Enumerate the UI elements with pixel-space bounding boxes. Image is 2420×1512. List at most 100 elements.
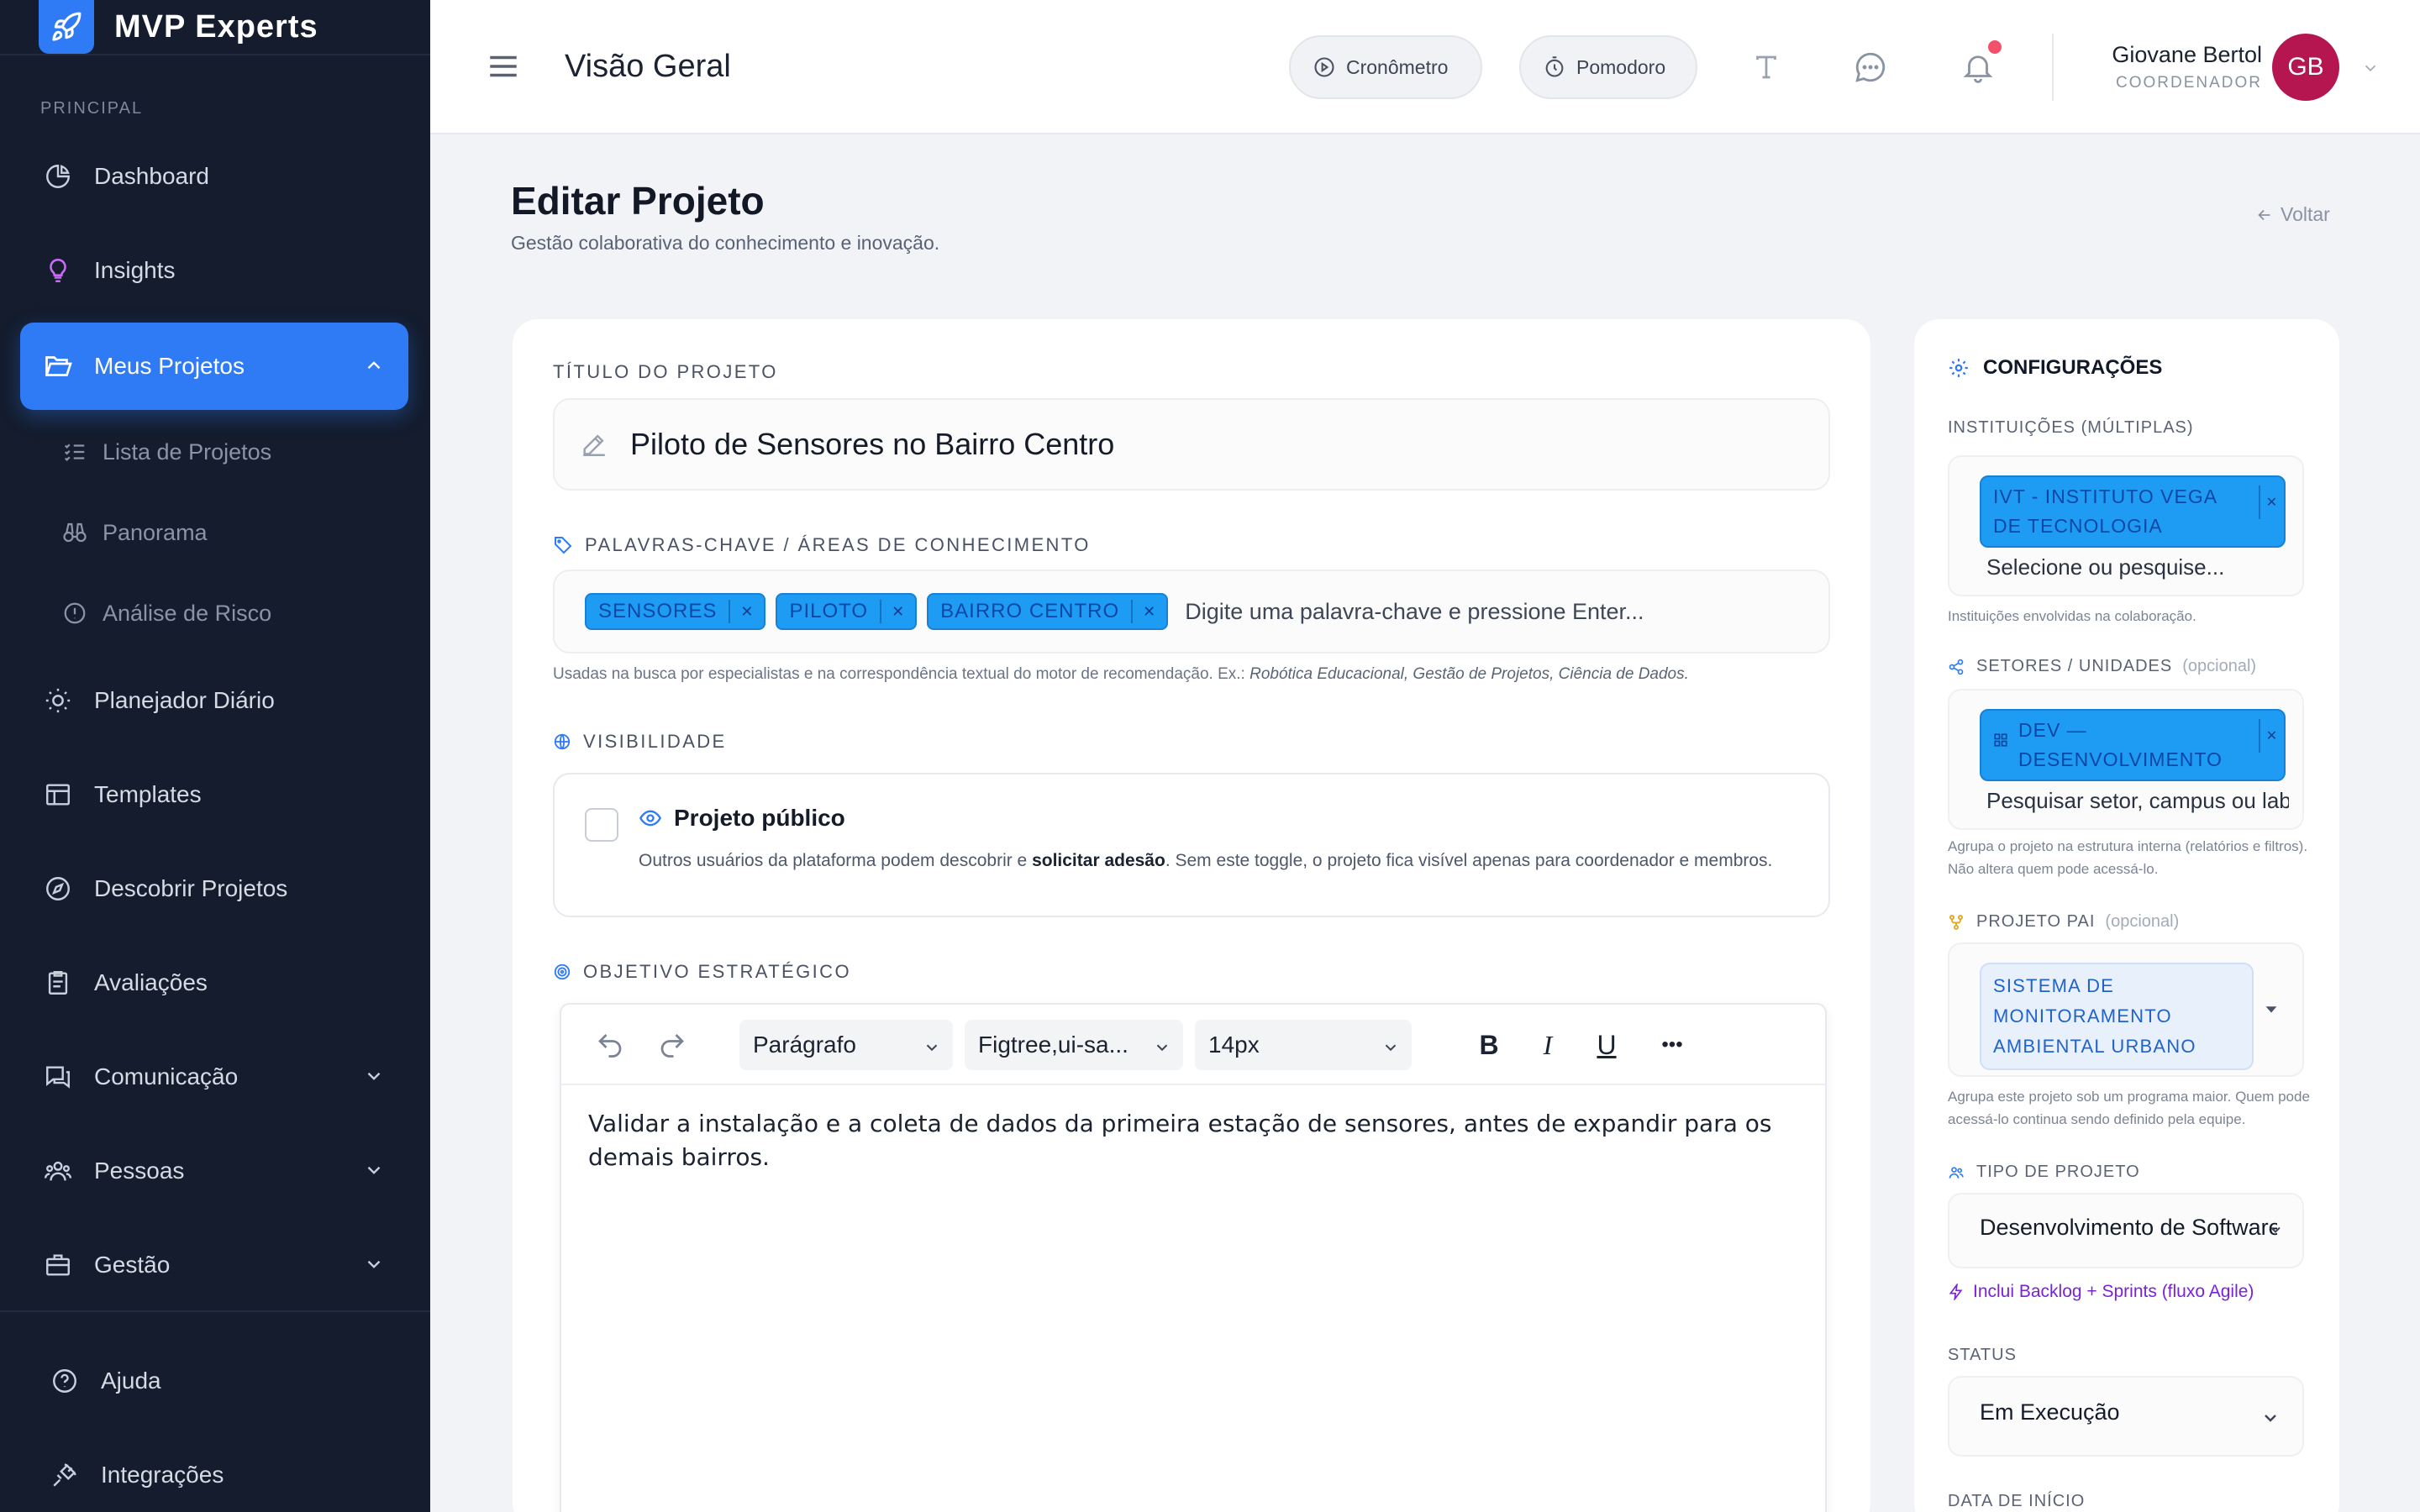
remove-tag-icon[interactable]: ✕	[729, 600, 764, 623]
sidebar-item-ajuda[interactable]: Ajuda	[20, 1337, 408, 1425]
project-title-input[interactable]: Piloto de Sensores no Bairro Centro	[553, 398, 1830, 491]
remove-tag-icon[interactable]: ✕	[880, 600, 915, 623]
institutions-select[interactable]: IVT - INSTITUTO VEGA DE TECNOLOGIA ✕ Sel…	[1948, 455, 2304, 596]
public-project-checkbox[interactable]	[585, 808, 618, 842]
font-family-value: Figtree,ui-sa...	[978, 1032, 1128, 1058]
chronometer-button[interactable]: Cronômetro	[1289, 35, 1482, 99]
lightbulb-icon	[40, 253, 76, 288]
timer-icon	[1545, 56, 1564, 77]
project-type-select[interactable]: Desenvolvimento de Software	[1948, 1193, 2304, 1268]
sidebar-item-label: Dashboard	[94, 163, 209, 189]
project-form-card: TÍTULO DO PROJETO Piloto de Sensores no …	[513, 319, 1870, 1512]
sidebar-item-meus-projetos[interactable]: Meus Projetos	[20, 323, 408, 410]
sidebar-item-gestao[interactable]: Gestão	[20, 1221, 408, 1309]
remove-chip-icon[interactable]: ✕	[2259, 719, 2284, 753]
chat-bubble-icon[interactable]	[1850, 47, 1891, 87]
italic-button[interactable]: I	[1529, 1026, 1566, 1063]
desc-bold: solicitar adesão	[1032, 851, 1165, 870]
sidebar-item-integracoes[interactable]: Integrações	[20, 1431, 408, 1512]
sidebar-item-label: Ajuda	[101, 1368, 161, 1394]
hamburger-menu-icon[interactable]	[486, 49, 521, 84]
bold-button[interactable]: B	[1470, 1026, 1507, 1063]
sidebar-item-label: Meus Projetos	[94, 353, 245, 379]
visibility-label-text: VISIBILIDADE	[583, 731, 727, 752]
chevron-down-icon	[2265, 1415, 2276, 1422]
typography-icon[interactable]	[1746, 47, 1786, 87]
remove-tag-icon[interactable]: ✕	[1131, 600, 1166, 623]
block-style-select[interactable]: Parágrafo	[739, 1020, 953, 1070]
sectors-label: SETORES / UNIDADES (opcional)	[1948, 657, 2256, 676]
sidebar-item-planejador-diario[interactable]: Planejador Diário	[20, 657, 408, 744]
target-icon	[554, 963, 571, 980]
user-name: Giovane Bertol	[2112, 42, 2262, 67]
keywords-label-text: PALAVRAS-CHAVE / ÁREAS DE CONHECIMENTO	[585, 534, 1091, 555]
sidebar-subitem-lista-de-projetos[interactable]: Lista de Projetos	[60, 427, 271, 477]
sidebar-subitem-panorama[interactable]: Panorama	[60, 507, 208, 558]
optional-hint: (opcional)	[2182, 657, 2257, 675]
sidebar-subitem-label: Análise de Risco	[103, 600, 272, 626]
keywords-help-text: Usadas na busca por especialistas e na c…	[553, 665, 1245, 683]
institutions-help: Instituições envolvidas na colaboração.	[1948, 608, 2196, 624]
objective-label-text: OBJETIVO ESTRATÉGICO	[583, 961, 851, 982]
font-family-select[interactable]: Figtree,ui-sa...	[965, 1020, 1183, 1070]
editor-content[interactable]: Validar a instalação e a coleta de dados…	[588, 1107, 1798, 1174]
divider	[2052, 34, 2054, 101]
back-label: Voltar	[2281, 203, 2330, 225]
binoculars-icon	[60, 518, 89, 547]
sidebar-subitem-analise-de-risco[interactable]: Análise de Risco	[60, 588, 271, 638]
app-name: MVP Experts	[114, 8, 318, 45]
page-subtitle: Gestão colaborativa do conhecimento e in…	[511, 232, 940, 254]
institution-chip: IVT - INSTITUTO VEGA DE TECNOLOGIA ✕	[1980, 475, 2286, 548]
avatar[interactable]: GB	[2272, 34, 2339, 101]
chevron-down-icon[interactable]	[2361, 59, 2380, 81]
sidebar-item-label: Insights	[94, 257, 176, 283]
config-title-text: CONFIGURAÇÕES	[1983, 356, 2163, 379]
pomodoro-button[interactable]: Pomodoro	[1519, 35, 1697, 99]
pencil-icon	[583, 434, 605, 456]
sidebar-item-templates[interactable]: Templates	[20, 751, 408, 838]
project-type-label: TIPO DE PROJETO	[1948, 1163, 2140, 1182]
sidebar-item-label: Templates	[94, 781, 202, 807]
institutions-label: INSTITUIÇÕES (MÚLTIPLAS)	[1948, 418, 2194, 437]
sidebar-item-label: Planejador Diário	[94, 687, 275, 713]
keywords-placeholder[interactable]: Digite uma palavra-chave e pressione Ent…	[1185, 599, 1644, 625]
notification-dot	[1988, 40, 2002, 54]
keyword-tag-label: SENSORES	[598, 600, 718, 622]
keywords-help: Usadas na busca por especialistas e na c…	[553, 665, 1689, 684]
parent-project-value: SISTEMA DE MONITORAMENTO AMBIENTAL URBAN…	[1980, 963, 2254, 1070]
institution-chip-label: IVT - INSTITUTO VEGA DE TECNOLOGIA	[1993, 486, 2217, 537]
remove-chip-icon[interactable]: ✕	[2259, 486, 2284, 519]
globe-icon	[554, 733, 571, 750]
status-select[interactable]: Em Execução	[1948, 1376, 2304, 1457]
list-check-icon	[60, 438, 89, 466]
font-size-select[interactable]: 14px	[1195, 1020, 1412, 1070]
parent-project-select[interactable]: SISTEMA DE MONITORAMENTO AMBIENTAL URBAN…	[1948, 942, 2304, 1077]
brand[interactable]: MVP Experts	[39, 0, 318, 54]
sidebar-item-avaliacoes[interactable]: Avaliações	[20, 939, 408, 1026]
sidebar-item-dashboard[interactable]: Dashboard	[20, 133, 408, 220]
underline-button[interactable]: U	[1588, 1026, 1625, 1063]
help-circle-icon	[47, 1363, 82, 1399]
keywords-input[interactable]: SENSORES ✕ PILOTO ✕ BAIRRO CENTRO ✕ Digite …	[553, 570, 1830, 654]
config-title: CONFIGURAÇÕES	[1948, 356, 2162, 380]
desc-text: . Sem este toggle, o projeto fica visíve…	[1165, 851, 1773, 870]
sectors-placeholder[interactable]: Pesquisar setor, campus ou lab	[1986, 788, 2289, 814]
sidebar-item-insights[interactable]: Insights	[20, 227, 408, 314]
back-link[interactable]: Voltar	[2255, 203, 2330, 226]
sectors-select[interactable]: DEV — DESENVOLVIMENTO ✕ Pesquisar setor,…	[1948, 689, 2304, 830]
more-options-button[interactable]: •••	[1649, 1026, 1696, 1063]
institutions-placeholder[interactable]: Selecione ou pesquise...	[1986, 554, 2289, 580]
redo-icon[interactable]	[654, 1026, 691, 1063]
caret-down-icon	[2265, 1006, 2277, 1013]
sidebar-item-label: Comunicação	[94, 1063, 239, 1089]
gear-icon	[1949, 359, 1968, 377]
sidebar-item-comunicacao[interactable]: Comunicação	[20, 1033, 408, 1121]
desc-text: Outros usuários da plataforma podem desc…	[639, 851, 1033, 870]
sidebar-item-descobrir-projetos[interactable]: Descobrir Projetos	[20, 845, 408, 932]
public-project-option[interactable]: Projeto público Outros usuários da plata…	[553, 773, 1830, 917]
sidebar-item-pessoas[interactable]: Pessoas	[20, 1127, 408, 1215]
objective-field-label: OBJETIVO ESTRATÉGICO	[553, 961, 851, 983]
status-label: STATUS	[1948, 1346, 2017, 1364]
sidebar-item-label: Pessoas	[94, 1158, 185, 1184]
undo-icon[interactable]	[592, 1026, 629, 1063]
